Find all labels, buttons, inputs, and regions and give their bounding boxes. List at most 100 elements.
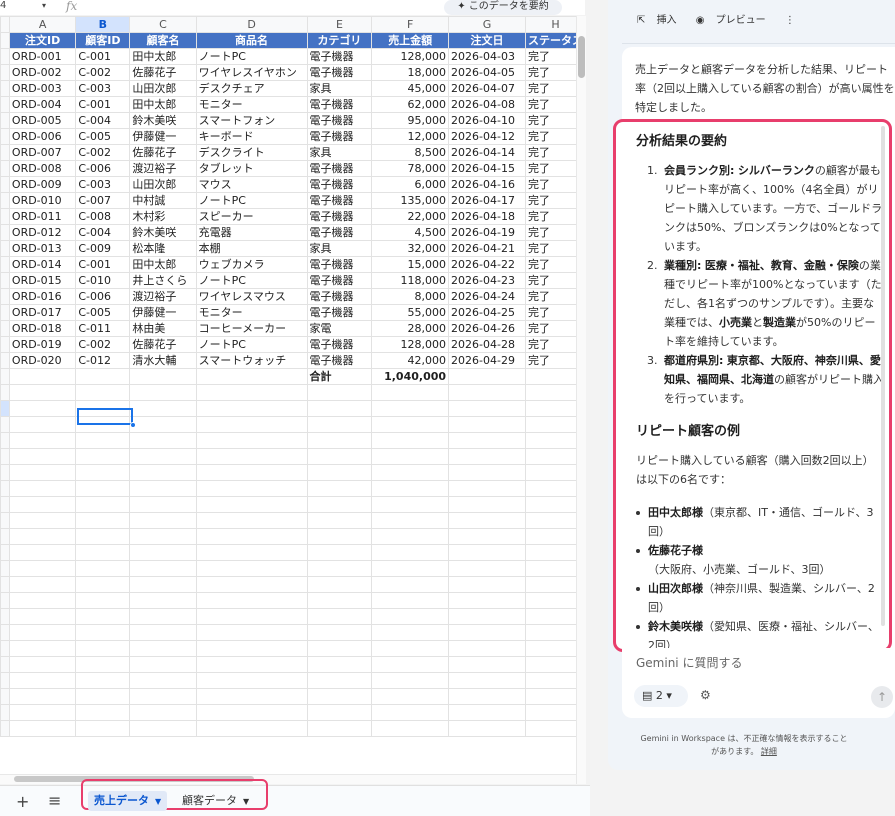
table-cell[interactable] [448, 640, 526, 657]
table-cell[interactable]: ORD-003 [8, 80, 77, 97]
table-cell[interactable] [129, 496, 197, 513]
row-header[interactable] [0, 240, 10, 257]
row-header[interactable] [0, 160, 10, 177]
column-header-cell[interactable]: 顧客ID [75, 32, 131, 49]
table-cell[interactable] [195, 448, 308, 465]
table-cell[interactable]: C-009 [75, 240, 131, 257]
table-cell[interactable] [448, 656, 526, 673]
table-cell[interactable]: モニター [195, 304, 308, 321]
table-cell[interactable]: キーボード [195, 128, 308, 145]
table-cell[interactable] [129, 640, 197, 657]
table-cell[interactable] [306, 688, 373, 705]
table-cell[interactable] [306, 528, 373, 545]
summary-highlight-box[interactable]: 分析結果の要約 1. 会員ランク別: シルバーランクの顧客が最もリピート率が高く、… [613, 119, 892, 652]
table-cell[interactable]: 18,000 [371, 64, 450, 81]
row-header[interactable] [0, 464, 10, 481]
row-header[interactable] [0, 96, 10, 113]
table-cell[interactable] [195, 528, 308, 545]
table-cell[interactable]: C-002 [75, 144, 131, 161]
table-cell[interactable] [448, 496, 526, 513]
row-header[interactable] [0, 352, 10, 369]
table-cell[interactable] [306, 592, 373, 609]
table-cell[interactable]: 45,000 [371, 80, 450, 97]
table-cell[interactable] [75, 512, 131, 529]
table-cell[interactable]: 電子機器 [306, 272, 373, 289]
row-header[interactable] [0, 208, 10, 225]
table-cell[interactable] [195, 384, 308, 401]
table-cell[interactable]: ORD-011 [8, 208, 77, 225]
table-cell[interactable] [129, 400, 197, 417]
table-cell[interactable]: ORD-008 [8, 160, 77, 177]
table-cell[interactable] [371, 400, 450, 417]
table-cell[interactable] [8, 368, 77, 385]
table-cell[interactable] [195, 720, 308, 737]
table-cell[interactable] [75, 688, 131, 705]
row-header[interactable] [0, 528, 10, 545]
table-cell[interactable] [8, 544, 77, 561]
table-cell[interactable]: ORD-012 [8, 224, 77, 241]
table-cell[interactable] [371, 624, 450, 641]
table-cell[interactable] [75, 560, 131, 577]
table-cell[interactable]: C-003 [75, 176, 131, 193]
row-header[interactable] [0, 480, 10, 497]
table-cell[interactable]: 佐藤花子 [129, 336, 197, 353]
vertical-scrollbar[interactable] [576, 16, 586, 784]
table-cell[interactable] [8, 672, 77, 689]
table-cell[interactable]: ORD-009 [8, 176, 77, 193]
table-cell[interactable] [371, 576, 450, 593]
table-cell[interactable]: 2026-04-26 [448, 320, 526, 337]
table-cell[interactable] [195, 704, 308, 721]
row-header[interactable] [0, 304, 10, 321]
table-cell[interactable] [75, 656, 131, 673]
row-header[interactable] [0, 112, 10, 129]
table-cell[interactable]: C-004 [75, 224, 131, 241]
table-cell[interactable] [129, 432, 197, 449]
table-cell[interactable] [75, 576, 131, 593]
row-header[interactable] [0, 64, 10, 81]
table-cell[interactable]: スマートウォッチ [195, 352, 308, 369]
row-header[interactable] [0, 128, 10, 145]
table-cell[interactable] [8, 448, 77, 465]
settings-sliders-icon[interactable]: ⚙ [700, 688, 711, 702]
table-cell[interactable]: 渡辺裕子 [129, 160, 197, 177]
table-cell[interactable]: 鈴木美咲 [129, 112, 197, 129]
table-cell[interactable]: ORD-014 [8, 256, 77, 273]
table-cell[interactable] [75, 592, 131, 609]
table-cell[interactable]: 電子機器 [306, 304, 373, 321]
table-cell[interactable] [75, 400, 131, 417]
table-cell[interactable]: 清水大輔 [129, 352, 197, 369]
table-cell[interactable]: 鈴木美咲 [129, 224, 197, 241]
chevron-down-icon[interactable]: ▾ [42, 1, 46, 10]
column-header-e[interactable]: E [306, 16, 373, 33]
column-header-b[interactable]: B [75, 16, 131, 33]
table-cell[interactable]: 15,000 [371, 256, 450, 273]
table-cell[interactable]: C-001 [75, 96, 131, 113]
row-header[interactable] [0, 192, 10, 209]
table-cell[interactable] [129, 688, 197, 705]
table-cell[interactable] [371, 608, 450, 625]
table-cell[interactable]: 電子機器 [306, 256, 373, 273]
table-cell[interactable] [195, 608, 308, 625]
table-cell[interactable]: 木村彩 [129, 208, 197, 225]
row-header[interactable] [0, 720, 10, 737]
table-cell[interactable] [371, 448, 450, 465]
table-cell[interactable] [129, 368, 197, 385]
table-cell[interactable] [306, 576, 373, 593]
table-cell[interactable]: 22,000 [371, 208, 450, 225]
table-cell[interactable] [129, 624, 197, 641]
table-cell[interactable]: 本棚 [195, 240, 308, 257]
table-cell[interactable]: 2026-04-03 [448, 48, 526, 65]
table-cell[interactable]: ORD-001 [8, 48, 77, 65]
table-cell[interactable] [195, 368, 308, 385]
tab-sales-data[interactable]: 売上データ ▼ [88, 791, 168, 811]
scrollbar-thumb[interactable] [578, 36, 585, 78]
table-cell[interactable] [306, 608, 373, 625]
table-cell[interactable]: 2026-04-24 [448, 288, 526, 305]
table-cell[interactable] [8, 704, 77, 721]
table-cell[interactable] [75, 640, 131, 657]
table-cell[interactable]: 135,000 [371, 192, 450, 209]
table-cell[interactable]: 電子機器 [306, 176, 373, 193]
table-cell[interactable] [75, 416, 131, 433]
table-cell[interactable]: 32,000 [371, 240, 450, 257]
table-cell[interactable]: デスクチェア [195, 80, 308, 97]
